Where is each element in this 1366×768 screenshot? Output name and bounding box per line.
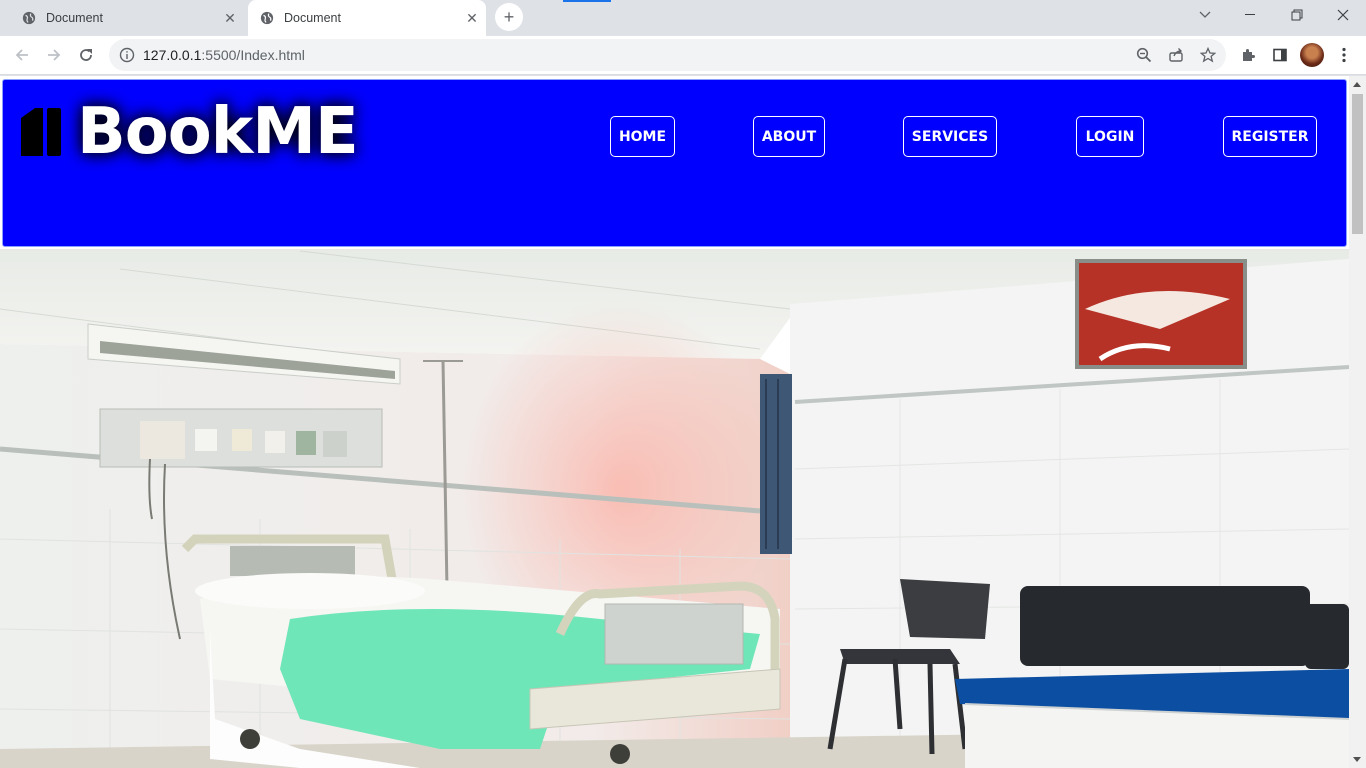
plus-icon: + [503, 6, 515, 27]
tab-title: Document [46, 11, 103, 25]
share-button[interactable] [1162, 41, 1190, 69]
url-path: :5500/Index.html [201, 47, 305, 63]
brand-name: BookME [77, 95, 359, 169]
minimize-button[interactable] [1229, 0, 1273, 30]
browser-tab-1[interactable]: Document ✕ [8, 0, 244, 36]
tab-close-icon[interactable]: ✕ [464, 10, 480, 26]
profile-avatar[interactable] [1300, 43, 1324, 67]
restore-icon [1291, 9, 1303, 21]
side-panel-icon [1273, 48, 1287, 62]
scroll-up-icon[interactable] [1353, 82, 1361, 87]
minimize-icon [1245, 14, 1255, 15]
forward-arrow-icon [48, 49, 61, 61]
browser-tab-2-active[interactable]: Document ✕ [248, 0, 486, 36]
bookmark-button[interactable] [1194, 41, 1222, 69]
nav-register-button[interactable]: REGISTER [1223, 116, 1317, 157]
scrollbar-thumb[interactable] [1352, 94, 1363, 234]
puzzle-icon [1243, 49, 1255, 61]
chevron-down-icon [1199, 11, 1211, 18]
address-bar[interactable]: 127.0.0.1:5500/Index.html [109, 39, 1226, 71]
tab-search-button[interactable] [1183, 0, 1227, 30]
url-text: 127.0.0.1:5500/Index.html [143, 47, 305, 63]
kebab-menu-icon [1342, 47, 1346, 63]
nav-services-button[interactable]: SERVICES [903, 116, 997, 157]
site-logo[interactable]: BookME [19, 95, 359, 169]
globe-icon [22, 11, 36, 25]
side-panel-button[interactable] [1266, 41, 1294, 69]
page-viewport: BookME HOME ABOUT SERVICES LOGIN REGISTE… [0, 76, 1349, 768]
scroll-down-icon[interactable] [1353, 757, 1361, 762]
zoom-button[interactable] [1130, 41, 1158, 69]
info-icon[interactable] [119, 47, 135, 63]
close-window-button[interactable] [1321, 0, 1365, 30]
zoom-out-icon [1136, 47, 1152, 63]
browser-toolbar: 127.0.0.1:5500/Index.html [0, 36, 1366, 75]
nav-home-button[interactable]: HOME [610, 116, 675, 157]
back-arrow-icon [15, 49, 28, 61]
page-scrollbar[interactable] [1349, 76, 1366, 768]
share-icon [1169, 48, 1183, 62]
reload-button[interactable] [72, 41, 100, 69]
extensions-button[interactable] [1234, 41, 1262, 69]
tab-title: Document [284, 11, 341, 25]
tab-close-icon[interactable]: ✕ [222, 10, 238, 26]
url-host: 127.0.0.1 [143, 47, 202, 63]
new-tab-button[interactable]: + [495, 3, 523, 31]
tab-strip: Document ✕ Document ✕ + [0, 0, 1366, 36]
restore-button[interactable] [1275, 0, 1319, 30]
hospital-room-illustration [0, 249, 1349, 768]
star-icon [1200, 47, 1216, 63]
browser-menu-button[interactable] [1330, 41, 1358, 69]
hero-image [0, 249, 1349, 768]
book-icon [21, 108, 61, 156]
forward-button[interactable] [40, 41, 68, 69]
tab-loading-indicator [563, 0, 611, 2]
nav-about-button[interactable]: ABOUT [753, 116, 825, 157]
close-icon [1337, 9, 1349, 21]
globe-icon [260, 11, 274, 25]
reload-icon [80, 49, 92, 61]
nav-login-button[interactable]: LOGIN [1076, 116, 1144, 157]
site-header: BookME HOME ABOUT SERVICES LOGIN REGISTE… [2, 79, 1347, 247]
back-button[interactable] [8, 41, 36, 69]
